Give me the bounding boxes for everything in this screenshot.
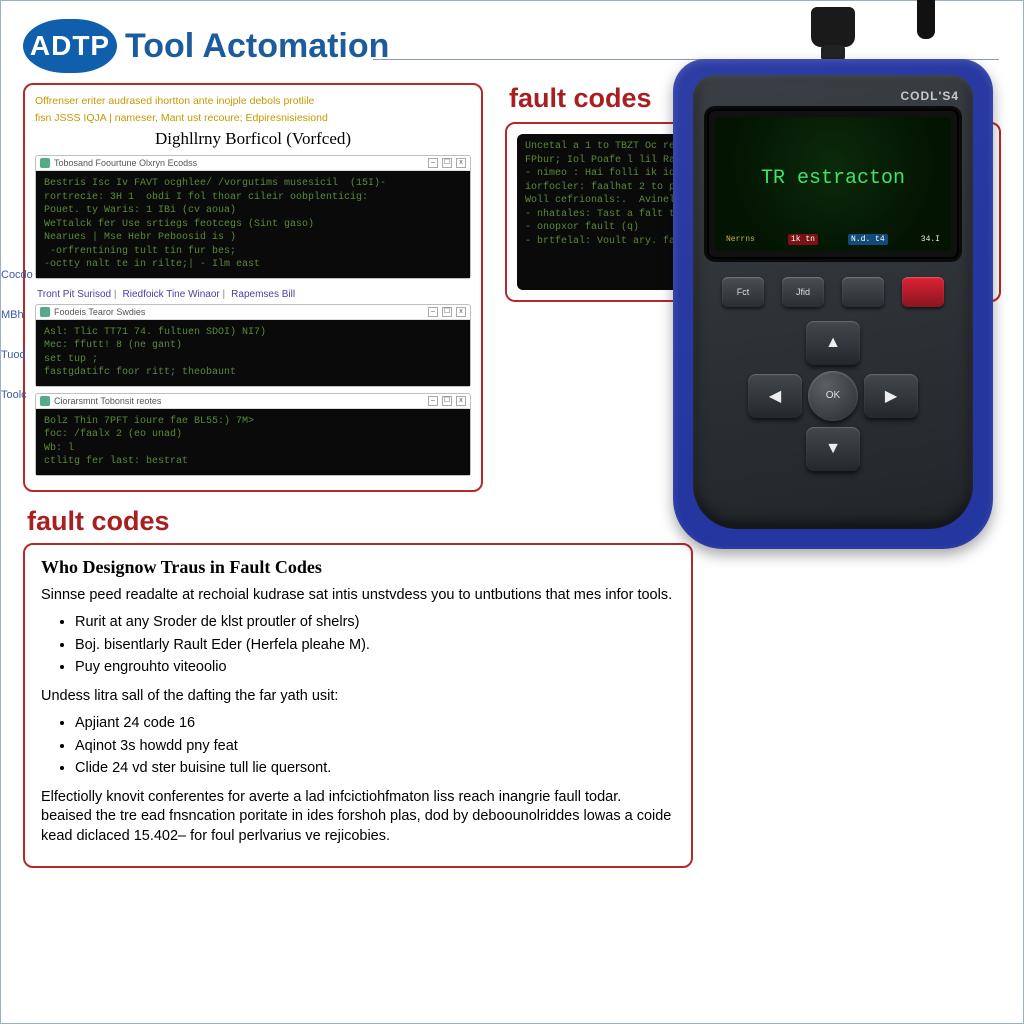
label-toolc: Toolc: [1, 389, 33, 401]
article-para-3: Elfectiolly knovit conferentes for avert…: [41, 788, 675, 847]
screen-tag-1: 1k tn: [788, 234, 818, 245]
left-side-labels: Cocdo MBh Tuod Toolc: [1, 241, 33, 429]
window-controls[interactable]: –☐ x: [428, 396, 466, 406]
label-tuod: Tuod: [1, 349, 33, 361]
dpad-left[interactable]: ◀: [748, 374, 802, 418]
panel-terminal-group: Offrenser eriter audrased ihortton ante …: [23, 83, 483, 492]
close-icon[interactable]: x: [456, 158, 466, 168]
panel1-caption1: Offrenser eriter audrased ihortton ante …: [35, 95, 471, 108]
terminal3-title: Ciorarsmnt Tobonsit reotes: [54, 396, 161, 406]
screen-tag-2: N.d. t4: [848, 234, 888, 245]
article-title: Who Designow Traus in Fault Codes: [41, 557, 675, 578]
device-button-3[interactable]: [842, 277, 884, 307]
terminal1-titlebar[interactable]: Tobosand Foourtune Olxryn Ecodss –☐ x: [36, 156, 470, 171]
page-root: ADTP Tool Actomation Offrenser eriter au…: [0, 0, 1024, 1024]
device-face: CODL'S4 TR estracton Nerrns 1k tn N.d. t…: [693, 75, 973, 529]
terminal-window-3[interactable]: Ciorarsmnt Tobonsit reotes –☐ x Bolz Thin…: [35, 393, 471, 476]
screen-bottom-bar: Nerrns 1k tn N.d. t4 34.I: [723, 234, 943, 245]
device-screen: TR estracton Nerrns 1k tn N.d. t4 34.I: [715, 117, 951, 251]
device-brand: CODL'S4: [900, 89, 959, 103]
terminal3-body: Bolz Thin 7PFT ioure fae BL55:) 7M> foc:…: [36, 409, 470, 475]
device-shell: CODL'S4 TR estracton Nerrns 1k tn N.d. t…: [673, 59, 993, 549]
section-heading-fault-codes-left: fault codes: [27, 506, 483, 537]
min-icon[interactable]: –: [428, 396, 438, 406]
max-icon[interactable]: ☐: [442, 396, 452, 406]
terminal-window-1[interactable]: Tobosand Foourtune Olxryn Ecodss –☐ x Bes…: [35, 155, 471, 279]
dpad-up[interactable]: ▲: [806, 321, 860, 365]
right-column: fault codes Uncetal a 1 to TBZT Oc retio…: [505, 83, 1001, 543]
panel1-tabs: Tront Pit Surisod Riedfoick Tine Winaor …: [35, 285, 471, 304]
max-icon[interactable]: ☐: [442, 158, 452, 168]
diagnostic-device: CODL'S4 TR estracton Nerrns 1k tn N.d. t…: [673, 0, 993, 549]
window-controls[interactable]: –☐ x: [428, 307, 466, 317]
tab-1[interactable]: Tront Pit Surisod: [37, 289, 117, 300]
list-item: Aqinot 3s howdd pny feat: [75, 735, 675, 757]
tab-3[interactable]: Rapemses Bill: [231, 289, 295, 300]
article-list-1: Rurit at any Sroder de klst proutler of …: [41, 611, 675, 678]
list-item: Clide 24 vd ster buisine tull lie querso…: [75, 757, 675, 779]
panel-article-fault-codes: Who Designow Traus in Fault Codes Sinnse…: [23, 543, 693, 869]
device-cable: [917, 0, 935, 39]
list-item: Apjiant 24 code 16: [75, 712, 675, 734]
panel1-caption2: fisn JSSS IQJA | nameser, Mant ust recou…: [35, 112, 471, 125]
max-icon[interactable]: ☐: [442, 307, 452, 317]
device-screen-frame: TR estracton Nerrns 1k tn N.d. t4 34.I: [707, 109, 959, 259]
close-icon[interactable]: x: [456, 307, 466, 317]
dpad-right[interactable]: ▶: [864, 374, 918, 418]
terminal2-titlebar[interactable]: Foodeis Tearor Swdies –☐ x: [36, 305, 470, 320]
window-controls[interactable]: –☐ x: [428, 158, 466, 168]
device-connector: [811, 7, 855, 47]
list-item: Puy engrouhto viteoolio: [75, 656, 675, 678]
device-dpad: ▲ ▼ ◀ ▶ OK: [748, 321, 918, 471]
terminal2-title: Foodeis Tearor Swdies: [54, 307, 145, 317]
close-icon[interactable]: x: [456, 396, 466, 406]
terminal2-body: Asl: Tlic TT71 74. fultuen SDOI) NI7) Me…: [36, 320, 470, 386]
list-item: Boj. bisentlarly Rault Eder (Herfela ple…: [75, 634, 675, 656]
tab-2[interactable]: Riedfoick Tine Winaor: [123, 289, 226, 300]
article-para-2: Undess litra sall of the dafting the far…: [41, 687, 675, 707]
screen-label: Nerrns: [723, 234, 758, 245]
label-mbh: MBh: [1, 309, 33, 321]
dpad-ok[interactable]: OK: [808, 371, 858, 421]
terminal1-body: Bestris Isc Iv FAVT ocghlee/ /vorgutims …: [36, 171, 470, 278]
device-power-button[interactable]: [902, 277, 944, 307]
panel1-subtitle: Dighllrny Borficol (Vorfced): [35, 129, 471, 149]
left-column: Offrenser eriter audrased ihortton ante …: [23, 83, 483, 543]
device-button-row: Fct Jfid: [722, 277, 944, 307]
article-para-1: Sinnse peed readalte at rechoial kudrase…: [41, 586, 675, 606]
min-icon[interactable]: –: [428, 158, 438, 168]
label-cocdo: Cocdo: [1, 269, 33, 281]
screen-main-text: TR estracton: [723, 123, 943, 234]
dpad-down[interactable]: ▼: [806, 427, 860, 471]
list-item: Rurit at any Sroder de klst proutler of …: [75, 611, 675, 633]
terminal1-title: Tobosand Foourtune Olxryn Ecodss: [54, 158, 197, 168]
terminal3-titlebar[interactable]: Ciorarsmnt Tobonsit reotes –☐ x: [36, 394, 470, 409]
terminal-window-2[interactable]: Foodeis Tearor Swdies –☐ x Asl: Tlic TT71…: [35, 304, 471, 387]
screen-tag-3: 34.I: [918, 234, 943, 245]
logo-badge: ADTP: [23, 19, 117, 73]
min-icon[interactable]: –: [428, 307, 438, 317]
article-list-2: Apjiant 24 code 16 Aqinot 3s howdd pny f…: [41, 712, 675, 779]
page-title: Tool Actomation: [125, 27, 389, 66]
device-button-2[interactable]: Jfid: [782, 277, 824, 307]
device-button-1[interactable]: Fct: [722, 277, 764, 307]
